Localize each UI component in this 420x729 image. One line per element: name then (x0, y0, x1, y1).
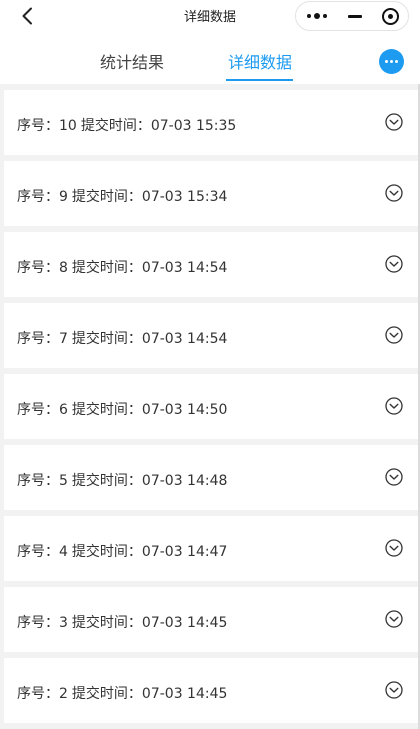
record-item[interactable]: 序号：3 提交时间：07-03 14:45 (4, 587, 418, 652)
expand-chevron-icon[interactable] (385, 468, 403, 486)
record-seq-label: 序号： (17, 331, 59, 347)
record-time-label: 提交时间： (80, 118, 151, 134)
expand-chevron-icon[interactable] (385, 397, 403, 415)
record-time-label: 提交时间： (71, 473, 142, 489)
expand-chevron-icon[interactable] (385, 681, 403, 699)
record-label: 序号：3 提交时间：07-03 14:45 (17, 612, 227, 632)
more-dots-icon (307, 13, 327, 19)
record-time-label: 提交时间： (71, 260, 142, 276)
record-seq: 4 (59, 544, 68, 560)
record-seq-label: 序号： (17, 686, 59, 702)
record-seq: 8 (59, 260, 68, 276)
expand-chevron-icon[interactable] (385, 255, 403, 273)
record-seq: 7 (59, 331, 68, 347)
floating-more-button[interactable] (379, 49, 404, 74)
record-label: 序号：5 提交时间：07-03 14:48 (17, 470, 227, 490)
record-seq: 6 (59, 402, 68, 418)
record-time: 07-03 15:34 (141, 189, 228, 205)
tab-detail-data[interactable]: 详细数据 (228, 49, 292, 73)
record-item[interactable]: 序号：2 提交时间：07-03 14:45 (4, 658, 418, 723)
record-seq-label: 序号： (17, 473, 59, 489)
record-label: 序号：4 提交时间：07-03 14:47 (17, 541, 227, 561)
record-time: 07-03 15:35 (150, 118, 237, 134)
tab-statistics[interactable]: 统计结果 (100, 49, 164, 73)
record-time-label: 提交时间： (71, 331, 142, 347)
expand-chevron-icon[interactable] (385, 539, 403, 557)
target-close-icon (381, 7, 399, 25)
record-seq: 10 (59, 118, 77, 134)
record-time-label: 提交时间： (71, 686, 142, 702)
app-frame: 详细数据 统计结果 详细数据 序号：10 提交时间：07-03 15:35 序号… (0, 0, 420, 729)
more-menu-button[interactable] (296, 2, 338, 30)
record-seq-label: 序号： (17, 402, 59, 418)
expand-chevron-icon[interactable] (385, 184, 403, 202)
record-item[interactable]: 序号：5 提交时间：07-03 14:48 (4, 445, 418, 510)
record-item[interactable]: 序号：10 提交时间：07-03 15:35 (4, 90, 418, 155)
top-navbar: 详细数据 (0, 0, 420, 32)
close-button[interactable] (372, 2, 408, 30)
record-item[interactable]: 序号：9 提交时间：07-03 15:34 (4, 161, 418, 226)
capsule-menu (295, 1, 409, 31)
record-seq-label: 序号： (17, 118, 59, 134)
record-seq-label: 序号： (17, 189, 59, 205)
record-time-label: 提交时间： (71, 615, 142, 631)
expand-chevron-icon[interactable] (385, 326, 403, 344)
record-time: 07-03 14:50 (141, 402, 228, 418)
expand-chevron-icon[interactable] (385, 610, 403, 628)
minimize-icon (348, 14, 362, 18)
record-label: 序号：10 提交时间：07-03 15:35 (17, 115, 236, 135)
record-time: 07-03 14:48 (141, 473, 228, 489)
tab-bar: 统计结果 详细数据 (0, 32, 420, 84)
active-tab-indicator (226, 79, 293, 81)
record-time: 07-03 14:45 (141, 686, 228, 702)
record-seq: 5 (59, 473, 68, 489)
record-item[interactable]: 序号：4 提交时间：07-03 14:47 (4, 516, 418, 581)
record-seq: 3 (59, 615, 68, 631)
record-label: 序号：2 提交时间：07-03 14:45 (17, 683, 227, 703)
record-item[interactable]: 序号：6 提交时间：07-03 14:50 (4, 374, 418, 439)
record-label: 序号：9 提交时间：07-03 15:34 (17, 186, 227, 206)
record-time-label: 提交时间： (71, 189, 142, 205)
record-seq: 9 (59, 189, 68, 205)
record-label: 序号：6 提交时间：07-03 14:50 (17, 399, 227, 419)
record-seq-label: 序号： (17, 260, 59, 276)
record-time: 07-03 14:45 (141, 615, 228, 631)
record-time: 07-03 14:54 (141, 260, 228, 276)
record-label: 序号：8 提交时间：07-03 14:54 (17, 257, 227, 277)
expand-chevron-icon[interactable] (385, 113, 403, 131)
minimize-button[interactable] (338, 2, 372, 30)
more-dots-icon (385, 60, 398, 63)
record-item[interactable]: 序号：8 提交时间：07-03 14:54 (4, 232, 418, 297)
record-time: 07-03 14:47 (141, 544, 228, 560)
record-seq-label: 序号： (17, 544, 59, 560)
record-item[interactable]: 序号：7 提交时间：07-03 14:54 (4, 303, 418, 368)
record-seq-label: 序号： (17, 615, 59, 631)
record-time-label: 提交时间： (71, 544, 142, 560)
record-time-label: 提交时间： (71, 402, 142, 418)
record-seq: 2 (59, 686, 68, 702)
record-time: 07-03 14:54 (141, 331, 228, 347)
record-label: 序号：7 提交时间：07-03 14:54 (17, 328, 227, 348)
